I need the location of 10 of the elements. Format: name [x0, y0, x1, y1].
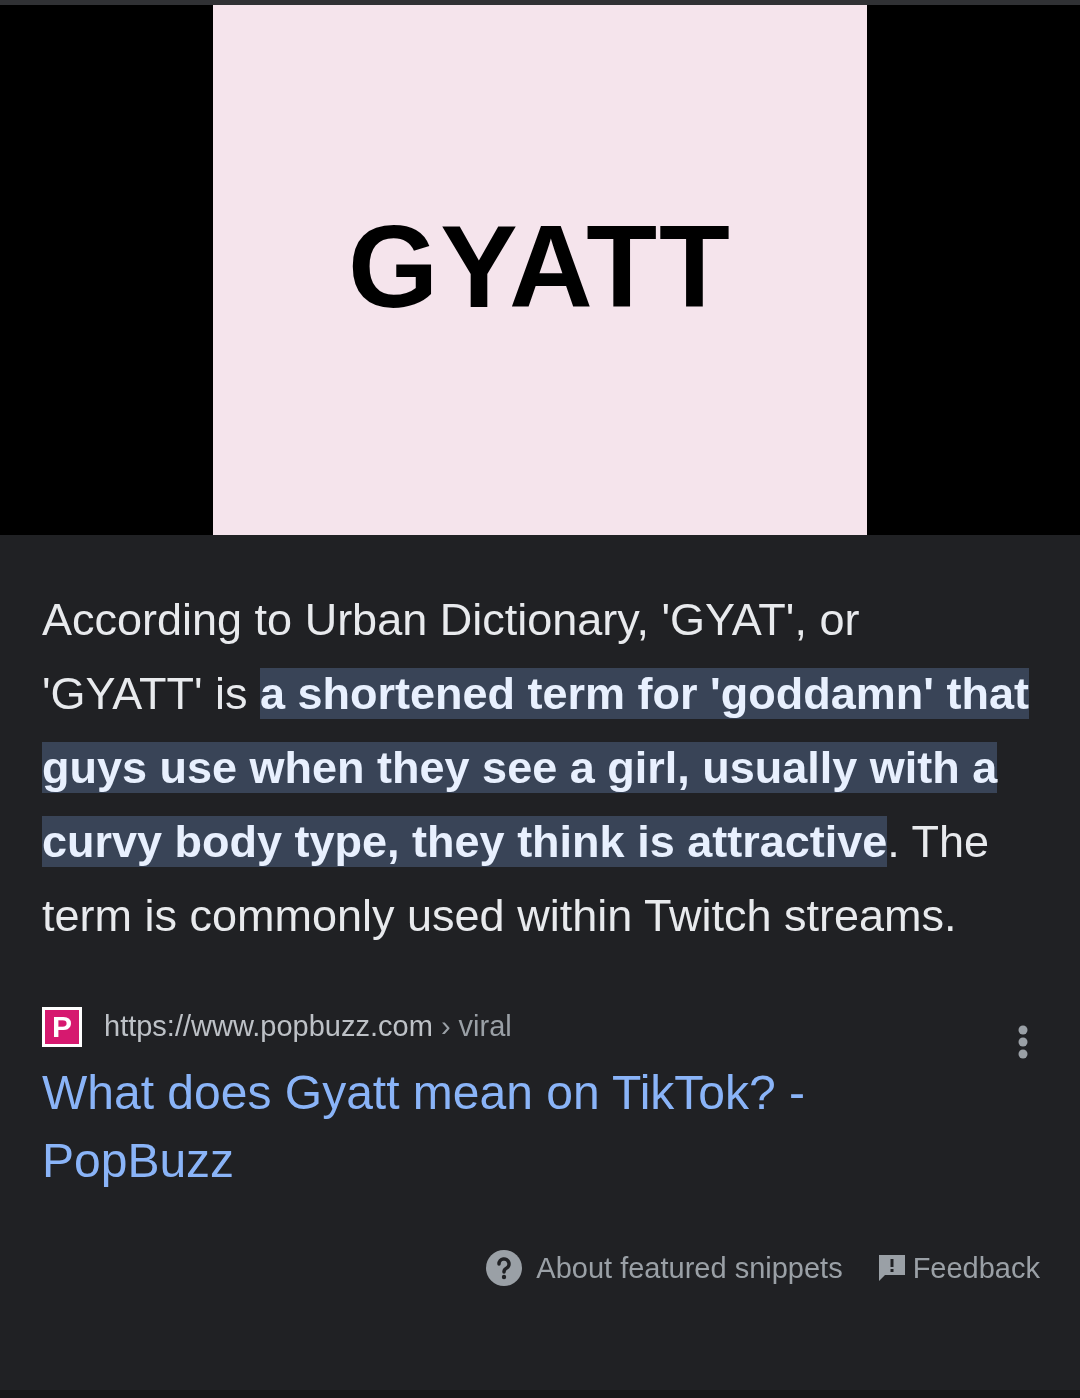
result-title-link[interactable]: What does Gyatt mean on TikTok? - PopBuzz: [42, 1058, 922, 1195]
feedback-icon: [876, 1253, 907, 1284]
about-snippets-button[interactable]: About featured snippets: [486, 1246, 843, 1290]
result-image[interactable]: GYATT: [213, 5, 867, 535]
feedback-button[interactable]: Feedback: [876, 1246, 1040, 1290]
more-options-icon[interactable]: [1018, 1025, 1028, 1059]
site-favicon: P: [42, 1006, 82, 1047]
source-url: https://www.popbuzz.com › viral: [104, 1009, 512, 1044]
help-icon: [486, 1250, 523, 1287]
image-text: GYATT: [348, 209, 732, 325]
